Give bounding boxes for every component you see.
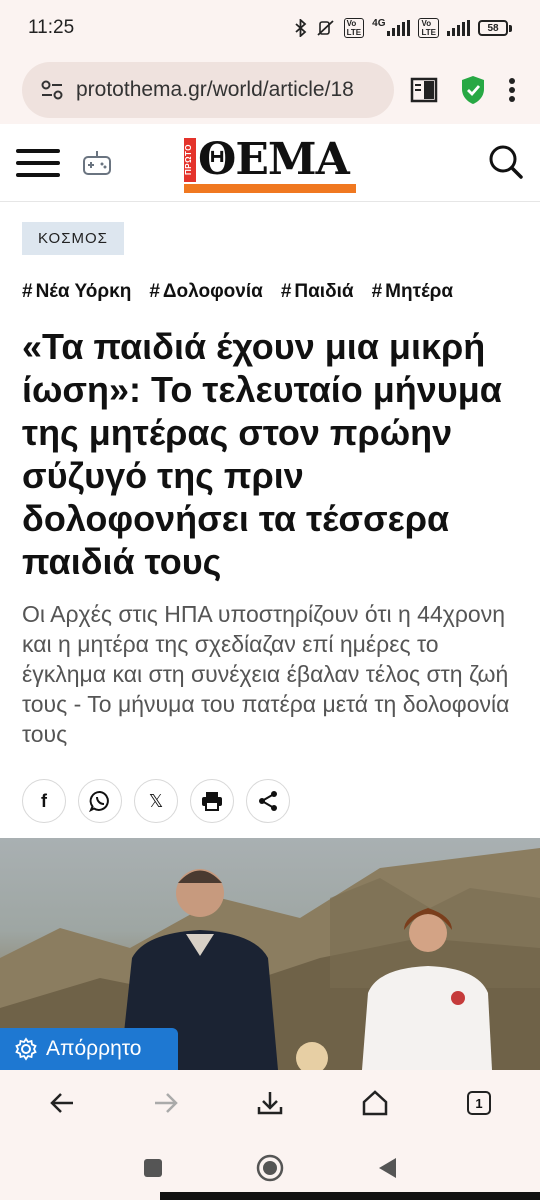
- print-button[interactable]: [190, 779, 234, 823]
- url-text[interactable]: protothema.gr/world/article/18: [76, 78, 354, 102]
- gear-icon: [15, 1037, 37, 1061]
- x-icon: 𝕏: [148, 790, 164, 811]
- back-arrow-icon[interactable]: [49, 1091, 75, 1115]
- logo-underline: [184, 184, 356, 193]
- home-icon[interactable]: [361, 1090, 389, 1116]
- x-share-button[interactable]: 𝕏: [134, 779, 178, 823]
- menu-icon[interactable]: [16, 148, 60, 177]
- logo-proto: ΠΡΩΤΟ: [184, 138, 196, 182]
- print-icon: [202, 792, 222, 811]
- facebook-icon: f: [41, 790, 47, 811]
- privacy-label: Απόρρητο: [46, 1037, 142, 1060]
- site-header: ΠΡΩΤΟ ΘΕΜΑ: [0, 124, 540, 202]
- address-bar[interactable]: protothema.gr/world/article/18: [22, 62, 394, 118]
- back-triangle-icon[interactable]: [376, 1156, 398, 1180]
- mute-icon: [317, 20, 334, 36]
- tag-list: Νέα Υόρκη Δολοφονία Παιδιά Μητέρα: [22, 281, 518, 303]
- tag-link[interactable]: Νέα Υόρκη: [22, 281, 132, 303]
- download-icon[interactable]: [257, 1090, 283, 1116]
- whatsapp-share-button[interactable]: [78, 779, 122, 823]
- more-options-icon[interactable]: [508, 77, 516, 103]
- article: ΚΟΣΜΟΣ Νέα Υόρκη Δολοφονία Παιδιά Μητέρα…: [0, 202, 540, 838]
- logo-word: ΘΕΜΑ: [198, 134, 350, 185]
- forward-arrow-icon[interactable]: [153, 1091, 179, 1115]
- home-button-icon[interactable]: [256, 1154, 284, 1182]
- category-badge[interactable]: ΚΟΣΜΟΣ: [22, 222, 124, 255]
- signal-icon-2: [447, 20, 470, 36]
- site-settings-icon[interactable]: [40, 79, 64, 101]
- status-time: 11:25: [28, 17, 75, 38]
- privacy-button[interactable]: Απόρρητο: [0, 1028, 178, 1070]
- signal-icon: [387, 20, 411, 36]
- battery-level: 58: [487, 22, 499, 34]
- article-lead: Οι Αρχές στις ΗΠΑ υποστηρίζουν ότι η 44χ…: [22, 601, 510, 747]
- search-icon[interactable]: [488, 144, 524, 180]
- site-logo[interactable]: ΠΡΩΤΟ ΘΕΜΑ: [184, 132, 356, 193]
- status-icons: Vo LTE 4G Vo LTE 58: [294, 18, 512, 38]
- whatsapp-icon: [89, 791, 109, 812]
- tag-link[interactable]: Παιδιά: [281, 281, 353, 303]
- tag-link[interactable]: Δολοφονία: [149, 281, 263, 303]
- shield-icon[interactable]: [460, 75, 486, 105]
- volte-icon: Vo LTE: [343, 18, 365, 38]
- recents-icon[interactable]: [142, 1157, 164, 1179]
- share-button[interactable]: [246, 779, 290, 823]
- status-bar: 11:25 Vo LTE 4G Vo LTE 58: [0, 0, 540, 56]
- tab-count: 1: [475, 1095, 483, 1111]
- games-icon[interactable]: [82, 148, 112, 178]
- share-icon: [259, 791, 277, 811]
- gesture-bar: [160, 1192, 540, 1200]
- bluetooth-icon: [295, 19, 306, 37]
- article-title: «Τα παιδιά έχουν μια μικρή ίωση»: Το τελ…: [22, 326, 502, 582]
- volte-icon-2: Vo LTE: [418, 18, 439, 38]
- share-bar: f 𝕏: [22, 779, 518, 823]
- browser-toolbar: protothema.gr/world/article/18: [0, 56, 540, 124]
- facebook-share-button[interactable]: f: [22, 779, 66, 823]
- tab-switcher-button[interactable]: 1: [467, 1091, 491, 1115]
- battery-icon: 58: [478, 20, 512, 36]
- network-type: 4G: [372, 18, 386, 29]
- system-nav-bar: [0, 1136, 540, 1200]
- browser-bottom-bar: 1: [0, 1070, 540, 1136]
- reader-mode-icon[interactable]: [410, 77, 438, 103]
- tag-link[interactable]: Μητέρα: [372, 281, 453, 303]
